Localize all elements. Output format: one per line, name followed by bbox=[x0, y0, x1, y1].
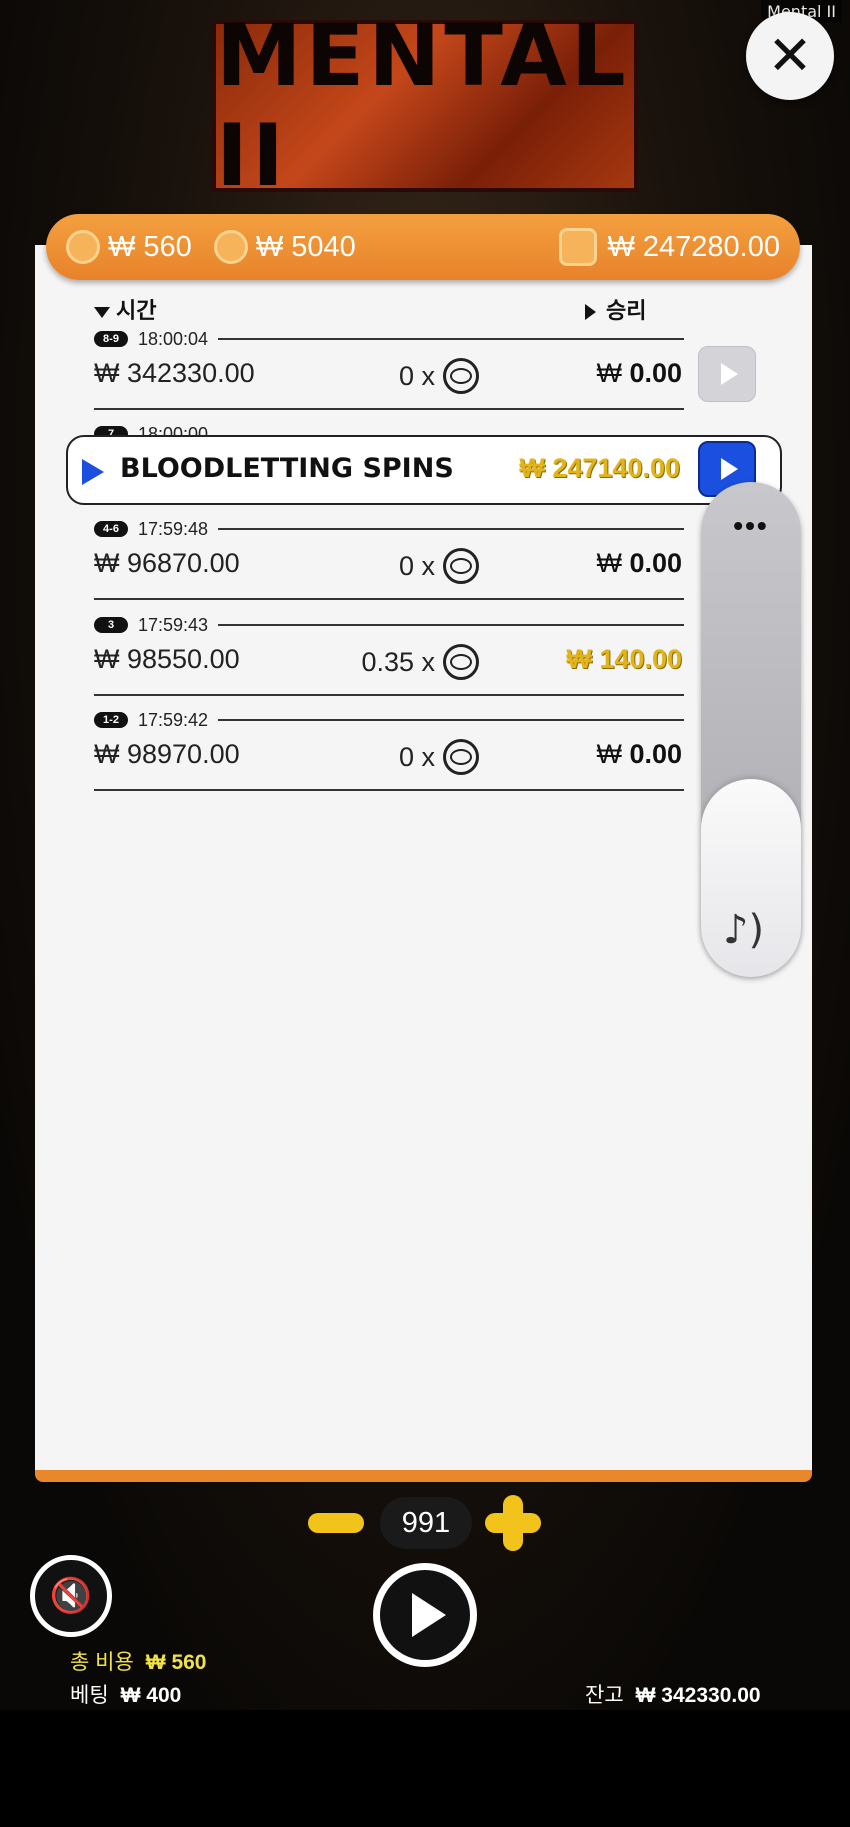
sort-down-icon bbox=[94, 306, 110, 318]
round-badge: 8-9 bbox=[94, 331, 128, 347]
wallet-icon bbox=[559, 228, 598, 266]
coin-outline-icon bbox=[443, 739, 479, 775]
sort-right-icon bbox=[585, 304, 596, 320]
bet-label: 베팅 bbox=[70, 1684, 109, 1707]
close-icon: ✕ bbox=[767, 24, 813, 87]
row-time: 17:59:48 bbox=[138, 518, 209, 539]
total-cost-label: 총 비용 bbox=[70, 1651, 134, 1674]
play-icon bbox=[720, 458, 738, 480]
feature-name: BLOODLETTING SPINS bbox=[120, 453, 454, 484]
bottom-black-area bbox=[0, 1710, 850, 1827]
expand-icon bbox=[82, 459, 104, 485]
music-note-icon: ♪) bbox=[723, 907, 765, 953]
coin-icon bbox=[66, 230, 100, 264]
row-time: 17:59:43 bbox=[138, 614, 209, 635]
balance-label: 잔고 bbox=[585, 1684, 624, 1707]
divider bbox=[94, 694, 684, 696]
row-bet: ₩ 96870.00 bbox=[94, 548, 240, 578]
divider bbox=[94, 598, 684, 600]
row-multiplier: 0.35 x bbox=[361, 644, 479, 680]
row-win: ₩ 0.00 bbox=[596, 548, 682, 578]
round-badge: 4-6 bbox=[94, 521, 128, 537]
feature-win: ₩ 247140.00 bbox=[519, 453, 680, 483]
coin-total-value: ₩ 5040 bbox=[255, 230, 356, 263]
coin-total-group: ₩ 5040 bbox=[213, 230, 356, 264]
play-button[interactable] bbox=[373, 1563, 477, 1667]
bet-value: ₩ 400 bbox=[120, 1684, 182, 1707]
coin-icon bbox=[213, 230, 248, 264]
row-multiplier: 0 x bbox=[399, 548, 479, 584]
sort-time-header[interactable]: 시간 bbox=[94, 293, 156, 325]
bet-amount: 베팅 ₩ 400 bbox=[70, 1679, 181, 1709]
increase-button-vertical[interactable] bbox=[503, 1495, 523, 1551]
balance-value: ₩ 342330.00 bbox=[635, 1684, 761, 1707]
row-win: ₩ 0.00 bbox=[596, 739, 682, 769]
divider bbox=[218, 338, 684, 340]
decrease-button[interactable] bbox=[308, 1513, 364, 1533]
row-bet: ₩ 342330.00 bbox=[94, 358, 255, 388]
total-cost: 총 비용 ₩ 560 bbox=[70, 1646, 207, 1676]
play-icon bbox=[720, 363, 738, 385]
coin-bet-group: ₩ 560 bbox=[66, 230, 192, 264]
total-cost-value: ₩ 560 bbox=[145, 1651, 207, 1674]
sort-win-header[interactable]: 승리 bbox=[585, 293, 646, 325]
replay-button[interactable] bbox=[698, 346, 756, 402]
feature-row-bloodletting[interactable]: BLOODLETTING SPINS ₩ 247140.00 bbox=[66, 435, 782, 505]
balance: 잔고 ₩ 342330.00 bbox=[585, 1679, 761, 1709]
divider bbox=[94, 408, 684, 410]
row-bet: ₩ 98550.00 bbox=[94, 644, 240, 674]
summary-bar: ₩ 560 ₩ 5040 ₩ 247280.00 bbox=[46, 214, 800, 280]
row-time: 17:59:42 bbox=[138, 709, 209, 730]
row-multiplier: 0 x bbox=[399, 739, 479, 775]
play-icon bbox=[412, 1593, 446, 1637]
divider bbox=[94, 789, 684, 791]
round-badge: 1-2 bbox=[94, 712, 128, 728]
divider bbox=[218, 719, 684, 721]
logo-text: MENTAL II bbox=[216, 6, 630, 206]
sound-slider-knob[interactable]: ♪) bbox=[701, 779, 801, 977]
row-win: ₩ 140.00 bbox=[566, 644, 682, 674]
wallet-value: ₩ 247280.00 bbox=[607, 230, 780, 263]
time-header-label: 시간 bbox=[116, 299, 157, 324]
wallet-group: ₩ 247280.00 bbox=[559, 228, 780, 266]
mute-button[interactable]: 🔇 bbox=[30, 1555, 112, 1637]
coin-bet-value: ₩ 560 bbox=[108, 230, 192, 263]
row-multiplier: 0 x bbox=[399, 358, 479, 394]
win-header-label: 승리 bbox=[606, 299, 647, 324]
coin-outline-icon bbox=[443, 358, 479, 394]
side-overlay-menu[interactable]: ••• ♪) bbox=[701, 482, 801, 977]
divider bbox=[218, 624, 684, 626]
autoplay-count: 991 bbox=[380, 1497, 472, 1549]
speaker-muted-icon: 🔇 bbox=[49, 1576, 93, 1616]
row-bet: ₩ 98970.00 bbox=[94, 739, 240, 769]
coin-outline-icon bbox=[443, 644, 479, 680]
more-menu-icon[interactable]: ••• bbox=[701, 510, 801, 542]
divider bbox=[218, 528, 684, 530]
row-time: 18:00:04 bbox=[138, 328, 209, 349]
close-button[interactable]: ✕ bbox=[746, 12, 834, 100]
coin-outline-icon bbox=[443, 548, 479, 584]
row-win: ₩ 0.00 bbox=[596, 358, 682, 388]
round-badge: 3 bbox=[94, 617, 128, 633]
game-logo: MENTAL II bbox=[212, 6, 638, 206]
